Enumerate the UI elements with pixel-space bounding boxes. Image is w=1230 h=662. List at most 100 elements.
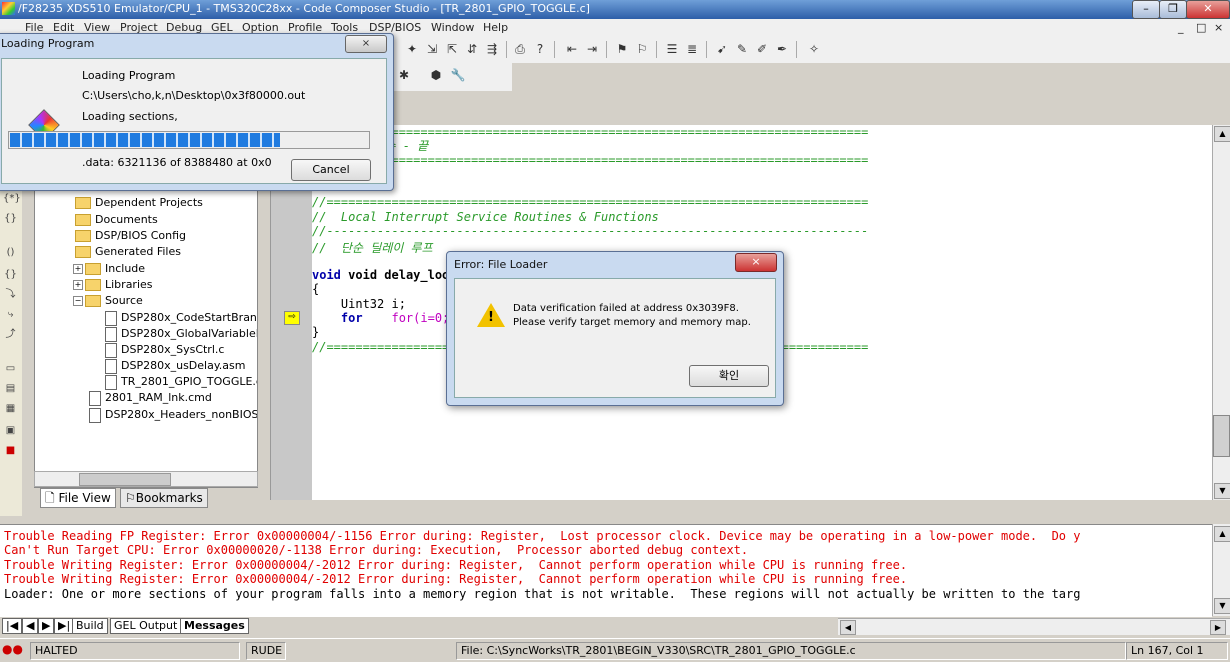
progress-fill: [10, 133, 280, 147]
tree-item[interactable]: DSP280x_SysCtrl.c: [105, 342, 224, 358]
scroll-thumb[interactable]: [79, 473, 171, 486]
step-icon[interactable]: ⇲: [424, 41, 440, 57]
close-button[interactable]: ✕: [1186, 0, 1230, 19]
cmd-file-icon: [89, 390, 101, 406]
tab-bookmarks[interactable]: ⚐Bookmarks: [120, 488, 208, 508]
print-icon[interactable]: ⎙: [512, 41, 528, 57]
tree-item[interactable]: TR_2801_GPIO_TOGGLE.c: [105, 374, 257, 390]
debug-tool-icon[interactable]: ✦: [404, 41, 420, 57]
cursor-position: Ln 167, Col 1: [1126, 642, 1228, 660]
cancel-button[interactable]: Cancel: [291, 159, 371, 181]
code-line: }: [312, 325, 320, 339]
scroll-down-button[interactable]: ▼: [1214, 483, 1230, 499]
wrench-icon[interactable]: 🔧: [450, 67, 466, 83]
menu-window[interactable]: Window: [431, 21, 474, 34]
edit-pin-icon[interactable]: ✎: [734, 41, 750, 57]
halt-icon[interactable]: ⇵: [464, 41, 480, 57]
tab-build[interactable]: Build: [72, 618, 108, 634]
tree-item[interactable]: DSP280x_GlobalVariableDe: [105, 326, 257, 342]
loading-program-dialog: Loading Program × Loading Program C:\Use…: [0, 33, 394, 191]
minimize-button[interactable]: –: [1132, 0, 1160, 19]
tree-horizontal-scrollbar[interactable]: [34, 471, 258, 487]
mdi-close-button[interactable]: ×: [1214, 21, 1223, 34]
tab-messages[interactable]: Messages: [180, 618, 249, 634]
output-window[interactable]: Trouble Reading FP Register: Error 0x000…: [0, 524, 1212, 617]
brace-icon[interactable]: {}: [3, 268, 18, 282]
bookmark-next-icon[interactable]: ⚐: [634, 41, 650, 57]
scroll-up-button[interactable]: ▲: [1214, 526, 1230, 542]
indent-icon[interactable]: ⇤: [564, 41, 580, 57]
tab-gel-output[interactable]: GEL Output: [110, 618, 182, 634]
maximize-button[interactable]: ❐: [1159, 0, 1187, 19]
dialog-close-button[interactable]: ×: [735, 253, 777, 272]
tree-item[interactable]: + Libraries: [73, 277, 153, 293]
clear-pin-icon[interactable]: ✐: [754, 41, 770, 57]
program-counter-arrow-icon: ⇨: [284, 311, 300, 325]
run-icon[interactable]: ⇱: [444, 41, 460, 57]
output-horizontal-scrollbar[interactable]: ◀ ▶: [838, 618, 1230, 635]
brace-close-icon[interactable]: {}: [3, 212, 18, 226]
scroll-up-button[interactable]: ▲: [1214, 126, 1230, 142]
target-state: HALTED: [30, 642, 240, 660]
tree-item[interactable]: DSP/BIOS Config: [75, 228, 186, 244]
tree-item[interactable]: DSP280x_Headers_nonBIOS.cr: [89, 407, 257, 423]
mdi-minimize-button[interactable]: _: [1178, 21, 1184, 34]
secondary-toolbar: ✱ ⬢ 🔧: [392, 63, 512, 91]
memory-icon[interactable]: ▭: [3, 362, 18, 376]
graph-icon[interactable]: ▦: [3, 402, 18, 416]
scroll-down-button[interactable]: ▼: [1214, 598, 1230, 614]
tree-item[interactable]: DSP280x_CodeStartBranch: [105, 310, 257, 326]
breakpoint-icon[interactable]: ✱: [396, 67, 412, 83]
dialog-close-button[interactable]: ×: [345, 35, 387, 53]
tree-item[interactable]: − Source: [73, 293, 143, 309]
tree-item[interactable]: + Include: [73, 261, 145, 277]
probe-icon[interactable]: ✧: [806, 41, 822, 57]
paren-icon[interactable]: (): [3, 246, 18, 260]
hexagon-icon[interactable]: ⬢: [428, 67, 444, 83]
watch-icon[interactable]: ✒: [774, 41, 790, 57]
left-toolbar: {*} {} () {} ⤵ ⤷ ⤴ ▭ ▤ ▦ ▣ ■: [0, 186, 22, 516]
maximize-icon: ❐: [1168, 2, 1178, 15]
cmd-file-icon: [89, 407, 101, 423]
register-icon[interactable]: ▤: [3, 382, 18, 396]
tree-item[interactable]: 2801_RAM_lnk.cmd: [89, 390, 212, 406]
tree-item[interactable]: DSP280x_usDelay.asm: [105, 358, 245, 374]
bookmark-icon[interactable]: ⚑: [614, 41, 630, 57]
menu-help[interactable]: Help: [483, 21, 508, 34]
source-file-icon: [105, 326, 117, 342]
pin-icon[interactable]: ➹: [714, 41, 730, 57]
tree-item[interactable]: Generated Files: [75, 244, 181, 260]
editor-scroll-thumb[interactable]: [1213, 415, 1230, 457]
tree-item[interactable]: Documents: [75, 212, 158, 228]
tab-file-view[interactable]: 🗋 File View: [40, 488, 116, 508]
collapse-icon[interactable]: −: [73, 296, 83, 306]
expand-icon[interactable]: +: [73, 280, 83, 290]
tab-first-button[interactable]: |◀: [2, 618, 23, 634]
tab-prev-button[interactable]: ◀: [22, 618, 39, 634]
step-over-icon[interactable]: ⤷: [3, 308, 18, 322]
output-line: Can't Run Target CPU: Error 0x00000020/-…: [4, 543, 749, 557]
outdent-icon[interactable]: ⇥: [584, 41, 600, 57]
watch-window-icon[interactable]: ▣: [3, 424, 18, 438]
animate-icon[interactable]: ⇶: [484, 41, 500, 57]
align-right-icon[interactable]: ≣: [684, 41, 700, 57]
title-bar: /F28235 XDS510 Emulator/CPU_1 - TMS320C2…: [0, 0, 1230, 19]
step-into-icon[interactable]: ⤵: [3, 288, 18, 302]
output-line: Trouble Writing Register: Error 0x000000…: [4, 558, 908, 572]
step-out-icon[interactable]: ⤴: [3, 328, 18, 342]
tab-next-button[interactable]: ▶: [38, 618, 55, 634]
align-left-icon[interactable]: ☰: [664, 41, 680, 57]
record-icon[interactable]: ■: [3, 444, 18, 458]
status-bar: ●● HALTED RUDE File: C:\SyncWorks\TR_280…: [0, 638, 1230, 662]
mdi-restore-button[interactable]: □: [1196, 21, 1206, 34]
scroll-left-button[interactable]: ◀: [840, 620, 856, 635]
scroll-right-button[interactable]: ▶: [1210, 620, 1226, 635]
brace-open-icon[interactable]: {*}: [3, 192, 21, 206]
ok-button[interactable]: 확인: [689, 365, 769, 387]
toolbar-separator: [506, 41, 507, 58]
expand-icon[interactable]: +: [73, 264, 83, 274]
tree-item[interactable]: Dependent Projects: [75, 195, 203, 211]
toolbar-separator: [606, 41, 607, 58]
output-vertical-scrollbar[interactable]: ▲ ▼: [1212, 524, 1230, 616]
help-icon[interactable]: ?: [532, 41, 548, 57]
